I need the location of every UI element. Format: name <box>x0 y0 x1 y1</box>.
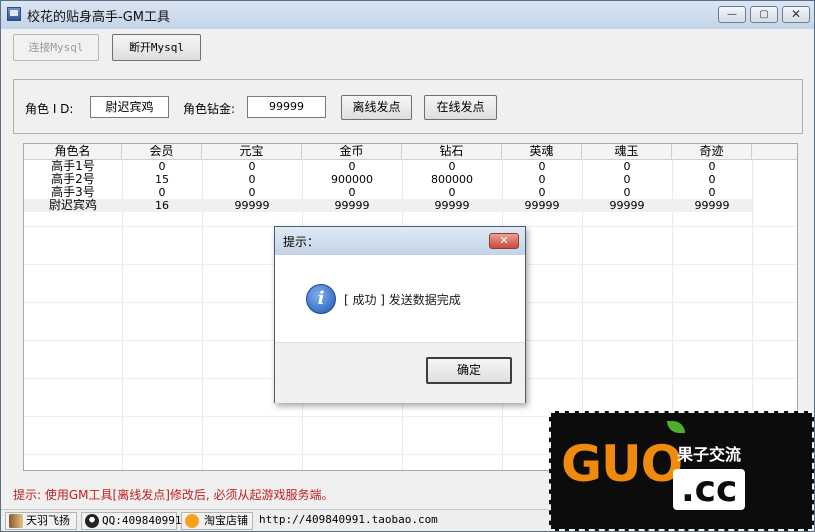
cell-miracle: 0 <box>708 173 716 186</box>
cell-vip: 0 <box>158 186 166 199</box>
close-button[interactable]: ✕ <box>782 6 810 23</box>
table-row[interactable]: 高手3号 0 0 0 0 0 0 0 <box>24 186 797 200</box>
cell-gold: 0 <box>348 186 356 199</box>
status-author: 天羽飞扬 <box>5 512 77 530</box>
col-header-yuanbao[interactable]: 元宝 <box>202 144 302 159</box>
offline-send-button[interactable]: 离线发点 <box>341 95 412 120</box>
cell-heroic-soul: 99999 <box>524 199 560 212</box>
dialog-title: 提示： <box>283 235 320 249</box>
status-qq-text: QQ:409840991 <box>102 514 182 527</box>
cell-heroic-soul: 0 <box>538 160 546 173</box>
leaf-icon <box>667 421 685 433</box>
cell-miracle: 0 <box>708 186 716 199</box>
col-header-miracle[interactable]: 奇迹 <box>672 144 752 159</box>
cell-vip: 16 <box>155 199 169 212</box>
diamond-input[interactable]: 99999 <box>247 96 326 118</box>
col-header-name[interactable]: 角色名 <box>24 144 122 159</box>
dialog-footer: 确定 <box>275 342 525 403</box>
cell-gold: 0 <box>348 160 356 173</box>
cell-yuanbao: 99999 <box>234 199 270 212</box>
cell-soul-jade: 0 <box>623 160 631 173</box>
cell-heroic-soul: 0 <box>538 186 546 199</box>
cell-soul-jade: 99999 <box>609 199 645 212</box>
connect-mysql-button[interactable]: 连接Mysql <box>13 34 99 61</box>
dialog-close-button[interactable]: ✕ <box>489 233 519 249</box>
main-window: 校花的贴身高手-GM工具 — ▢ ✕ 连接Mysql 断开Mysql 角色 I … <box>0 0 815 532</box>
status-shop[interactable]: 淘宝店铺 <box>181 512 253 530</box>
taobao-icon <box>185 514 199 528</box>
cell-diamond: 99999 <box>434 199 470 212</box>
col-header-heroic-soul[interactable]: 英魂 <box>502 144 582 159</box>
app-icon <box>7 7 21 21</box>
col-header-diamond[interactable]: 钻石 <box>402 144 502 159</box>
diamond-label: 角色钻金: <box>183 102 236 116</box>
ok-button[interactable]: 确定 <box>426 357 512 384</box>
window-title: 校花的贴身高手-GM工具 <box>27 10 170 25</box>
cell-yuanbao: 0 <box>248 173 256 186</box>
cell-gold: 900000 <box>331 173 373 186</box>
watermark-cc-text: .cc <box>673 469 746 510</box>
table-row-selected[interactable]: 尉迟宾鸡 16 99999 99999 99999 99999 99999 99… <box>24 199 752 212</box>
status-qq[interactable]: QQ:409840991 <box>81 512 181 530</box>
info-icon: i <box>306 284 336 314</box>
cell-soul-jade: 0 <box>623 186 631 199</box>
cell-vip: 15 <box>155 173 169 186</box>
cell-heroic-soul: 0 <box>538 173 546 186</box>
watermark-logo: GUO 果子交流 .cc <box>549 411 814 531</box>
cell-diamond: 0 <box>448 186 456 199</box>
info-dialog: 提示： ✕ i [ 成功 ] 发送数据完成 确定 <box>274 226 526 403</box>
table-row[interactable]: 高手1号 0 0 0 0 0 0 0 <box>24 160 797 174</box>
status-shop-text: 淘宝店铺 <box>204 514 248 527</box>
cell-diamond: 0 <box>448 160 456 173</box>
col-header-vip[interactable]: 会员 <box>122 144 202 159</box>
hint-text: 提示: 使用GM工具[离线发点]修改后, 必须从起游戏服务端。 <box>13 488 334 502</box>
cell-soul-jade: 0 <box>623 173 631 186</box>
role-id-input[interactable]: 尉迟宾鸡 <box>90 96 169 118</box>
table-header: 角色名 会员 元宝 金币 钻石 英魂 魂玉 奇迹 <box>24 144 797 160</box>
fan-icon <box>9 514 23 528</box>
watermark-guo-text: GUO <box>561 435 683 493</box>
title-bar[interactable]: 校花的贴身高手-GM工具 — ▢ ✕ <box>1 1 814 29</box>
minimize-button[interactable]: — <box>718 6 746 23</box>
role-id-label: 角色 I D: <box>25 102 74 116</box>
cell-yuanbao: 0 <box>248 186 256 199</box>
online-send-button[interactable]: 在线发点 <box>424 95 497 120</box>
col-header-gold[interactable]: 金币 <box>302 144 402 159</box>
cell-miracle: 0 <box>708 160 716 173</box>
cell-miracle: 99999 <box>694 199 730 212</box>
cell-name: 尉迟宾鸡 <box>48 198 97 212</box>
dialog-message: [ 成功 ] 发送数据完成 <box>344 293 461 307</box>
dialog-title-bar[interactable]: 提示： ✕ <box>275 227 525 255</box>
cell-diamond: 800000 <box>431 173 473 186</box>
status-url[interactable]: http://409840991.taobao.com <box>255 512 549 530</box>
table-row[interactable]: 高手2号 15 0 900000 800000 0 0 0 <box>24 173 797 187</box>
status-author-text: 天羽飞扬 <box>26 514 70 527</box>
cell-gold: 99999 <box>334 199 370 212</box>
col-header-soul-jade[interactable]: 魂玉 <box>582 144 672 159</box>
watermark-cn-text: 果子交流 <box>677 445 742 464</box>
send-points-group: 角色 I D: 尉迟宾鸡 角色钻金: 99999 离线发点 在线发点 <box>13 79 803 134</box>
disconnect-mysql-button[interactable]: 断开Mysql <box>112 34 201 61</box>
cell-vip: 0 <box>158 160 166 173</box>
qq-penguin-icon <box>85 514 99 528</box>
maximize-button[interactable]: ▢ <box>750 6 778 23</box>
cell-yuanbao: 0 <box>248 160 256 173</box>
